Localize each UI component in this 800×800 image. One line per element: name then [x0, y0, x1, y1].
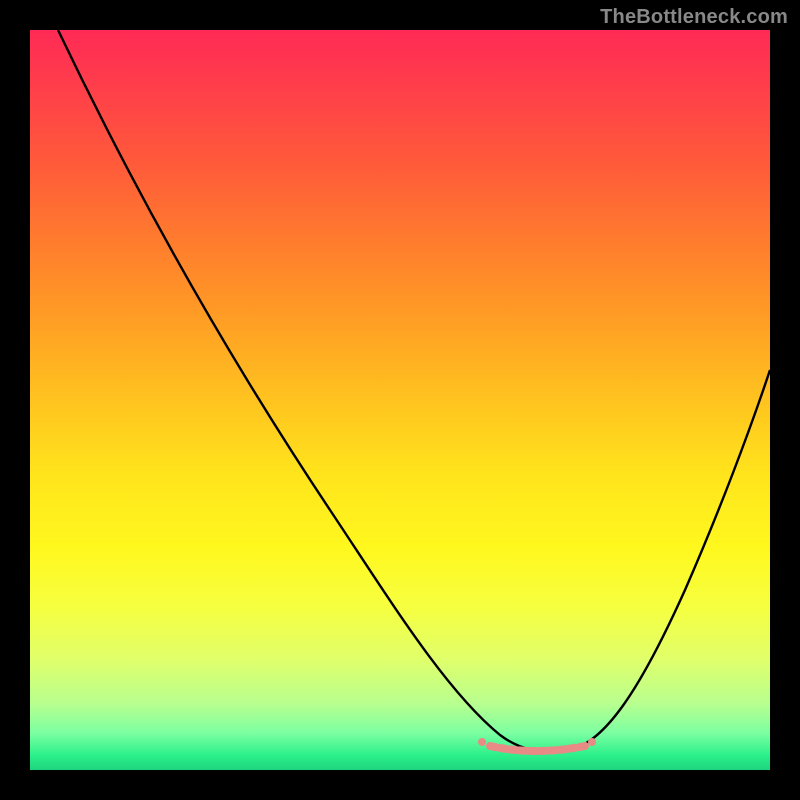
- bottleneck-curve-path: [58, 30, 770, 751]
- plot-area: [30, 30, 770, 770]
- sweet-spot-midline: [490, 746, 585, 751]
- curve-layer: [30, 30, 770, 770]
- sweet-spot-band: [478, 738, 596, 751]
- watermark-text: TheBottleneck.com: [600, 6, 788, 29]
- sweet-spot-start-dot: [478, 738, 486, 746]
- chart-frame: TheBottleneck.com: [0, 0, 800, 800]
- sweet-spot-end-dot: [588, 738, 596, 746]
